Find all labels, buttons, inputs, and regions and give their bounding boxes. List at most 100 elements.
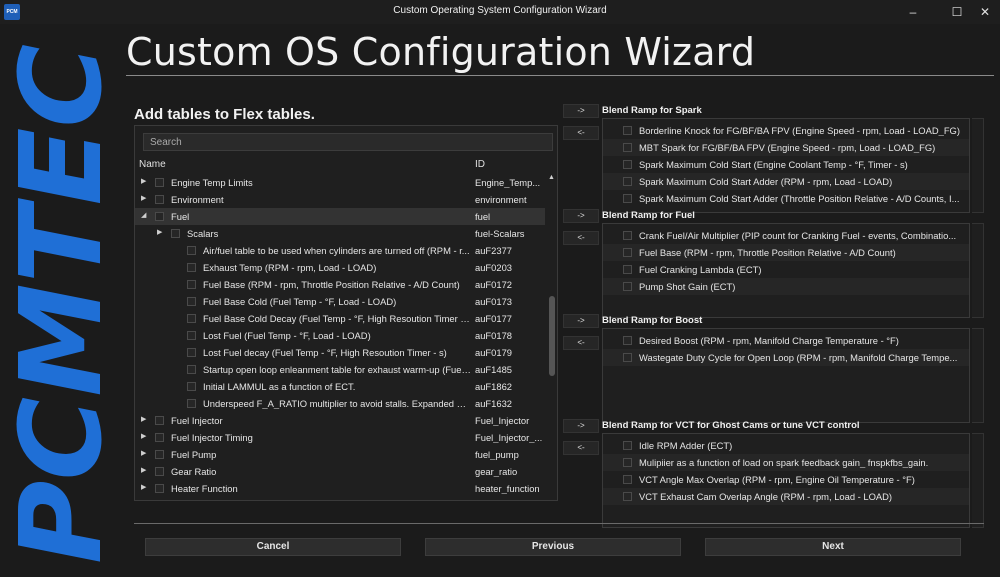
- column-header-id[interactable]: ID: [475, 159, 485, 170]
- blend-item[interactable]: Spark Maximum Cold Start Adder (Throttle…: [603, 190, 969, 207]
- blend-item-checkbox[interactable]: [623, 458, 632, 467]
- row-checkbox[interactable]: [171, 229, 180, 238]
- tree-row[interactable]: Lost Fuel decay (Fuel Temp - °F, High Re…: [135, 344, 545, 361]
- expand-arrow-icon[interactable]: ▶: [141, 449, 146, 457]
- tree-row[interactable]: ◢ Fuel fuel: [135, 208, 545, 225]
- row-checkbox[interactable]: [155, 178, 164, 187]
- add-to-blend-button[interactable]: ->: [563, 314, 599, 328]
- expand-arrow-icon[interactable]: ▶: [141, 466, 146, 474]
- row-checkbox[interactable]: [187, 348, 196, 357]
- tree-row[interactable]: Air/fuel table to be used when cylinders…: [135, 242, 545, 259]
- blend-item-checkbox[interactable]: [623, 248, 632, 257]
- row-checkbox[interactable]: [155, 195, 164, 204]
- blend-item[interactable]: Crank Fuel/Air Multiplier (PIP count for…: [603, 227, 969, 244]
- tree-row[interactable]: Fuel Base Cold (Fuel Temp - °F, Load - L…: [135, 293, 545, 310]
- tree-row[interactable]: ▶ Engine Temp Limits Engine_Temp...: [135, 174, 545, 191]
- row-checkbox[interactable]: [155, 484, 164, 493]
- collapse-arrow-icon[interactable]: ◢: [141, 211, 146, 219]
- remove-from-blend-button[interactable]: <-: [563, 441, 599, 455]
- close-button[interactable]: ✕: [970, 2, 1000, 22]
- blend-item-checkbox[interactable]: [623, 282, 632, 291]
- column-header-name[interactable]: Name: [139, 159, 166, 170]
- row-checkbox[interactable]: [187, 280, 196, 289]
- row-checkbox[interactable]: [187, 246, 196, 255]
- row-checkbox[interactable]: [187, 263, 196, 272]
- blend-item-checkbox[interactable]: [623, 160, 632, 169]
- blend-item[interactable]: Desired Boost (RPM - rpm, Manifold Charg…: [603, 332, 969, 349]
- add-to-blend-button[interactable]: ->: [563, 104, 599, 118]
- blend-item-checkbox[interactable]: [623, 265, 632, 274]
- expand-arrow-icon[interactable]: ▶: [141, 483, 146, 491]
- row-checkbox[interactable]: [155, 450, 164, 459]
- blend-item-checkbox[interactable]: [623, 194, 632, 203]
- tree-row[interactable]: Initial LAMMUL as a function of ECT. auF1…: [135, 378, 545, 395]
- blend-item[interactable]: Borderline Knock for FG/BF/BA FPV (Engin…: [603, 122, 969, 139]
- row-checkbox[interactable]: [155, 416, 164, 425]
- tree-row[interactable]: Fuel Base Cold Decay (Fuel Temp - °F, Hi…: [135, 310, 545, 327]
- blend-item[interactable]: MBT Spark for FG/BF/BA FPV (Engine Speed…: [603, 139, 969, 156]
- expand-arrow-icon[interactable]: ▶: [141, 432, 146, 440]
- blend-scrollbar[interactable]: [972, 328, 984, 423]
- previous-button[interactable]: Previous: [425, 538, 681, 556]
- blend-item-checkbox[interactable]: [623, 143, 632, 152]
- tree-row[interactable]: ▶ Gear Ratio gear_ratio: [135, 463, 545, 480]
- tree-row[interactable]: Fuel Base (RPM - rpm, Throttle Position …: [135, 276, 545, 293]
- tree-row[interactable]: Lost Fuel (Fuel Temp - °F, Load - LOAD) a…: [135, 327, 545, 344]
- blend-item[interactable]: Pump Shot Gain (ECT): [603, 278, 969, 295]
- remove-from-blend-button[interactable]: <-: [563, 126, 599, 140]
- add-to-blend-button[interactable]: ->: [563, 419, 599, 433]
- remove-from-blend-button[interactable]: <-: [563, 336, 599, 350]
- blend-item-checkbox[interactable]: [623, 336, 632, 345]
- tree-row[interactable]: Startup open loop enleanment table for e…: [135, 361, 545, 378]
- blend-item[interactable]: Mulipiier as a function of load on spark…: [603, 454, 969, 471]
- blend-item[interactable]: Wastegate Duty Cycle for Open Loop (RPM …: [603, 349, 969, 366]
- row-checkbox[interactable]: [155, 212, 164, 221]
- expand-arrow-icon[interactable]: ▶: [141, 415, 146, 423]
- blend-item-checkbox[interactable]: [623, 353, 632, 362]
- blend-item-checkbox[interactable]: [623, 441, 632, 450]
- blend-item-checkbox[interactable]: [623, 492, 632, 501]
- blend-item[interactable]: Spark Maximum Cold Start Adder (RPM - rp…: [603, 173, 969, 190]
- row-checkbox[interactable]: [187, 365, 196, 374]
- blend-scrollbar[interactable]: [972, 223, 984, 318]
- blend-item[interactable]: Fuel Cranking Lambda (ECT): [603, 261, 969, 278]
- blend-scrollbar[interactable]: [972, 118, 984, 213]
- cancel-button[interactable]: Cancel: [145, 538, 401, 556]
- tree-row[interactable]: ▶ Fuel Pump fuel_pump: [135, 446, 545, 463]
- scroll-thumb[interactable]: [549, 296, 555, 376]
- next-button[interactable]: Next: [705, 538, 961, 556]
- row-checkbox[interactable]: [187, 297, 196, 306]
- tree-row[interactable]: ▶ Environment environment: [135, 191, 545, 208]
- blend-item[interactable]: VCT Angle Max Overlap (RPM - rpm, Engine…: [603, 471, 969, 488]
- row-checkbox[interactable]: [155, 433, 164, 442]
- add-to-blend-button[interactable]: ->: [563, 209, 599, 223]
- blend-item-checkbox[interactable]: [623, 231, 632, 240]
- search-input[interactable]: Search: [143, 133, 553, 151]
- expand-arrow-icon[interactable]: ▶: [141, 194, 146, 202]
- remove-from-blend-button[interactable]: <-: [563, 231, 599, 245]
- blend-item[interactable]: VCT Exhaust Cam Overlap Angle (RPM - rpm…: [603, 488, 969, 505]
- expand-arrow-icon[interactable]: ▶: [141, 177, 146, 185]
- expand-arrow-icon[interactable]: ▶: [157, 228, 162, 236]
- minimize-button[interactable]: –: [898, 2, 928, 22]
- row-checkbox[interactable]: [187, 399, 196, 408]
- tree-row[interactable]: ▶ Fuel Injector Fuel_Injector: [135, 412, 545, 429]
- tree-row[interactable]: ▶ Scalars fuel-Scalars: [135, 225, 545, 242]
- tree-row[interactable]: Underspeed F_A_RATIO multiplier to avoid…: [135, 395, 545, 412]
- blend-item[interactable]: Fuel Base (RPM - rpm, Throttle Position …: [603, 244, 969, 261]
- tree-row[interactable]: ▶ Fuel Injector Timing Fuel_Injector_...: [135, 429, 545, 446]
- blend-item-checkbox[interactable]: [623, 126, 632, 135]
- blend-scrollbar[interactable]: [972, 433, 984, 528]
- maximize-button[interactable]: ☐: [942, 2, 972, 22]
- tree-row[interactable]: Exhaust Temp (RPM - rpm, Load - LOAD) auF…: [135, 259, 545, 276]
- blend-item-checkbox[interactable]: [623, 475, 632, 484]
- scroll-up-icon[interactable]: ▲: [548, 174, 555, 181]
- blend-item[interactable]: Spark Maximum Cold Start (Engine Coolant…: [603, 156, 969, 173]
- tree-scrollbar[interactable]: ▲: [547, 156, 558, 499]
- row-checkbox[interactable]: [187, 382, 196, 391]
- row-checkbox[interactable]: [187, 331, 196, 340]
- tree-row[interactable]: ▶ Heater Function heater_function: [135, 480, 545, 497]
- blend-item-checkbox[interactable]: [623, 177, 632, 186]
- blend-item[interactable]: Idle RPM Adder (ECT): [603, 437, 969, 454]
- row-checkbox[interactable]: [187, 314, 196, 323]
